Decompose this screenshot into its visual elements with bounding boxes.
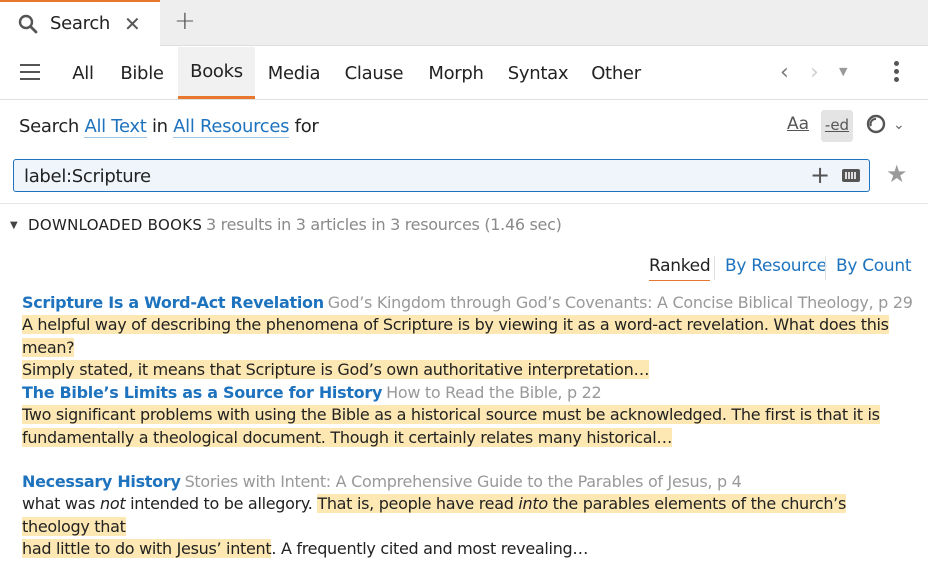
resources-selector[interactable]: All Resources <box>173 116 290 138</box>
search-input[interactable] <box>24 163 804 189</box>
result-source[interactable]: God’s Kingdom through God’s Covenants: A… <box>328 293 913 312</box>
result-snippet[interactable]: A helpful way of describing the phenomen… <box>22 314 902 382</box>
forward-arrow-icon[interactable]: › <box>810 60 819 85</box>
sort-by-count[interactable]: By Count <box>836 256 912 276</box>
sort-divider <box>714 256 715 280</box>
snippet-line: fundamentally a theological document. Th… <box>22 427 673 447</box>
tab-all[interactable]: All <box>60 47 106 99</box>
snippet-text: what was <box>22 494 101 513</box>
sort-by-resource[interactable]: By Resource <box>725 256 827 276</box>
result-item: The Bible’s Limits as a Source for Histo… <box>22 382 902 449</box>
search-tab[interactable]: Search ✕ <box>0 0 160 47</box>
star-icon[interactable]: ★ <box>886 160 908 188</box>
result-title[interactable]: Scripture Is a Word-Act Revelation <box>22 293 324 312</box>
tab-strip: Search ✕ + <box>0 0 928 47</box>
match-case-toggle[interactable]: Aa <box>787 114 809 134</box>
back-arrow-icon[interactable]: ‹ <box>780 60 789 85</box>
tab-media[interactable]: Media <box>260 47 328 99</box>
tab-syntax[interactable]: Syntax <box>500 47 576 99</box>
result-item: Scripture Is a Word-Act Revelation God’s … <box>22 292 913 382</box>
tab-title: Search <box>50 13 111 34</box>
sort-divider <box>825 256 826 280</box>
visual-filter-icon[interactable] <box>865 113 887 135</box>
add-term-icon[interactable]: + <box>810 161 830 189</box>
sort-ranked[interactable]: Ranked <box>649 256 711 281</box>
snippet-emphasis: not <box>100 494 126 513</box>
history-dropdown-icon[interactable]: ▼ <box>839 65 847 78</box>
section-title[interactable]: DOWNLOADED BOOKS <box>28 216 202 234</box>
result-source[interactable]: Stories with Intent: A Comprehensive Gui… <box>185 472 742 491</box>
result-summary: 3 results in 3 articles in 3 resources (… <box>206 215 562 234</box>
divider <box>0 203 928 204</box>
more-options-icon[interactable] <box>894 61 900 85</box>
snippet-line: Two significant problems with using the … <box>22 405 880 424</box>
close-icon[interactable]: ✕ <box>124 12 141 36</box>
snippet-highlight: That is, people have read <box>317 494 519 513</box>
collapse-caret-icon[interactable]: ▼ <box>10 220 18 231</box>
snippet-highlight: had little to do with Jesus’ intent <box>22 539 272 558</box>
result-source[interactable]: How to Read the Bible, p 22 <box>386 383 602 402</box>
snippet-text: . A frequently cited and most revealing… <box>271 539 589 558</box>
search-icon <box>18 14 38 34</box>
word-forms-toggle[interactable]: -ed <box>821 110 853 142</box>
tab-clause[interactable]: Clause <box>336 47 412 99</box>
query-in: in <box>151 116 168 137</box>
scope-selector[interactable]: All Text <box>84 116 147 138</box>
tab-books[interactable]: Books <box>178 47 255 99</box>
search-type-nav: All Bible Books Media Clause Morph Synta… <box>0 47 928 100</box>
snippet-emphasis: into <box>518 494 548 513</box>
search-field-container: + <box>13 159 870 192</box>
keyboard-icon[interactable] <box>842 169 860 182</box>
query-for: for <box>294 116 319 137</box>
result-snippet[interactable]: what was not intended to be allegory. Th… <box>22 493 902 561</box>
query-description: Search All Text in All Resources for <box>19 116 319 138</box>
result-title[interactable]: Necessary History <box>22 472 181 491</box>
tab-other[interactable]: Other <box>584 47 648 99</box>
query-prefix: Search <box>19 116 80 137</box>
result-item: Necessary History Stories with Intent: A … <box>22 471 902 561</box>
snippet-text: intended to be allegory. <box>125 494 318 513</box>
menu-icon[interactable] <box>20 64 40 80</box>
snippet-line: A helpful way of describing the phenomen… <box>22 315 889 357</box>
add-tab-icon[interactable]: + <box>174 8 196 34</box>
tab-morph[interactable]: Morph <box>420 47 492 99</box>
tab-bible[interactable]: Bible <box>112 47 172 99</box>
snippet-line: Simply stated, it means that Scripture i… <box>22 360 650 379</box>
result-title[interactable]: The Bible’s Limits as a Source for Histo… <box>22 383 382 402</box>
result-snippet[interactable]: Two significant problems with using the … <box>22 404 902 449</box>
chevron-down-icon[interactable]: ⌄ <box>893 117 905 133</box>
